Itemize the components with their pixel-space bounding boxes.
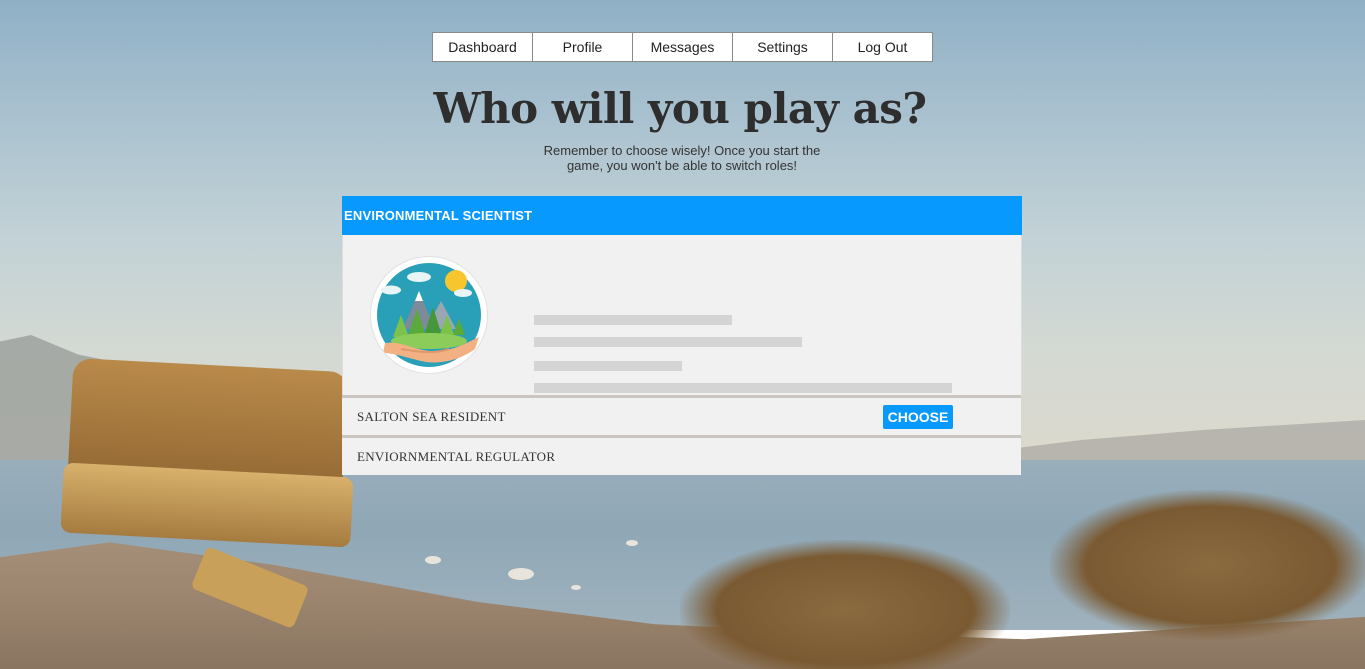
pelican: [425, 556, 441, 564]
nav-profile-button[interactable]: Profile: [532, 32, 633, 62]
role-item-label: ENVIORNMENTAL REGULATOR: [357, 448, 556, 464]
top-nav: Dashboard Profile Messages Settings Log …: [432, 32, 933, 62]
bush: [680, 540, 1010, 669]
choose-button[interactable]: CHOOSE: [883, 405, 953, 429]
role-title: ENVIRONMENTAL SCIENTIST: [344, 208, 533, 223]
nav-logout-button[interactable]: Log Out: [832, 32, 933, 62]
bush: [1050, 490, 1365, 640]
description-placeholder-line: [534, 361, 682, 371]
description-placeholder-line: [534, 337, 802, 347]
description-placeholder-line: [534, 315, 732, 325]
nav-messages-button[interactable]: Messages: [632, 32, 733, 62]
nav-dashboard-button[interactable]: Dashboard: [432, 32, 533, 62]
role-header-environmental-scientist[interactable]: ENVIRONMENTAL SCIENTIST: [342, 196, 1022, 235]
pelican: [508, 568, 534, 580]
page-title: Who will you play as?: [433, 84, 927, 133]
nature-in-hand-icon: [370, 256, 488, 374]
role-item-environmental-regulator[interactable]: ENVIORNMENTAL REGULATOR: [342, 435, 1021, 475]
pelican: [626, 540, 638, 546]
role-details: CHOOSE: [342, 235, 1022, 429]
nav-settings-button[interactable]: Settings: [732, 32, 833, 62]
role-accordion: ENVIRONMENTAL SCIENTIST CHOOSE SALTON SE…: [342, 196, 1022, 475]
role-item-label: SALTON SEA RESIDENT: [357, 408, 506, 424]
description-placeholder-line: [534, 383, 952, 393]
pelican: [571, 585, 581, 590]
page-subtitle: Remember to choose wisely! Once you star…: [543, 143, 821, 173]
